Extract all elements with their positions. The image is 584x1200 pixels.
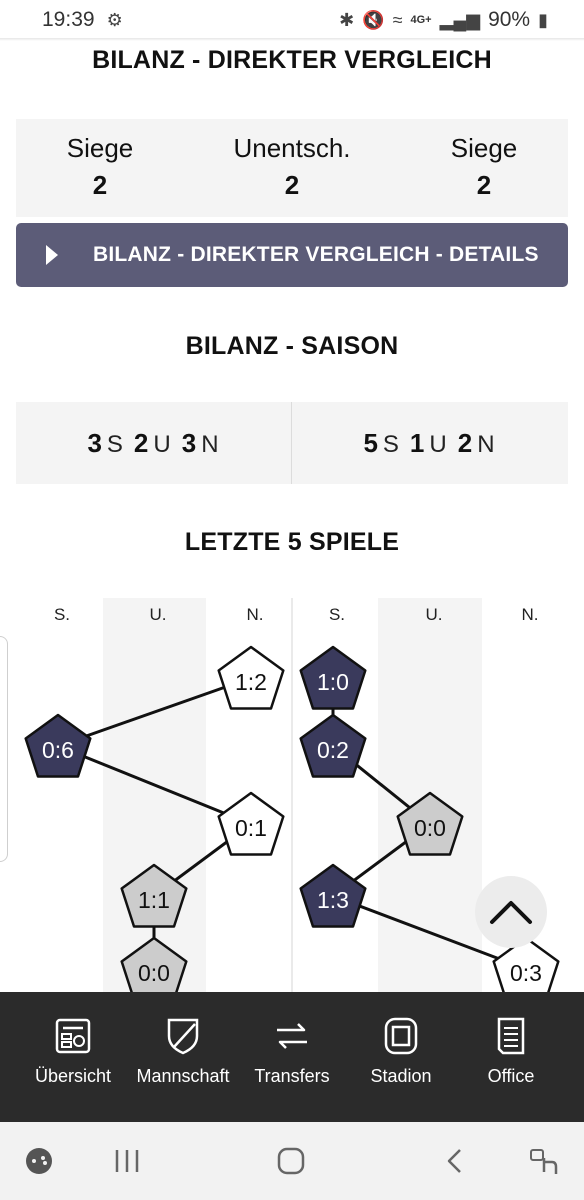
home-season-losses-label: N — [201, 431, 220, 458]
notification-icon: ⚙ — [106, 9, 123, 30]
column-header: N. — [522, 605, 539, 624]
season-title: BILANZ - SAISON — [185, 332, 399, 360]
recent-apps-icon — [115, 1150, 139, 1172]
edge-panel-handle[interactable] — [0, 636, 8, 862]
accessibility-button[interactable] — [528, 1144, 562, 1183]
home-icon — [277, 1147, 305, 1175]
away-game-node: 1:0 — [299, 645, 367, 710]
back-button[interactable] — [444, 1147, 466, 1180]
game-launcher-button[interactable] — [24, 1146, 54, 1181]
season-summary: 3S2U3N 5S1U2N — [16, 402, 568, 484]
column-header: N. — [247, 605, 264, 624]
direct-comparison-details-button[interactable]: BILANZ - DIREKTER VERGLEICH - DETAILS — [16, 223, 568, 287]
expand-arrow-icon — [46, 245, 58, 265]
shield-icon — [167, 1018, 199, 1055]
column-header: U. — [426, 605, 443, 624]
away-season-draws-label: U — [429, 431, 448, 458]
status-icons: ✱ 🔇 ≈ 4G+ ▂▄▆ 90% ▮ — [339, 8, 548, 32]
system-navigation-bar — [0, 1122, 584, 1200]
nav-office-label: Office — [487, 1066, 535, 1086]
transfer-arrows-icon — [277, 1023, 307, 1049]
home-button[interactable] — [276, 1146, 306, 1181]
away-wins: Siege 2 — [394, 133, 574, 201]
game-score: 0:6 — [42, 737, 74, 763]
status-time: 19:39 — [42, 8, 95, 31]
game-score: 0:1 — [235, 815, 267, 841]
nav-office[interactable]: Office — [456, 1016, 566, 1087]
document-icon — [497, 1017, 525, 1055]
away-season-wins-label: S — [382, 431, 400, 458]
game-score: 0:0 — [138, 960, 170, 986]
mute-icon: 🔇 — [362, 9, 385, 30]
status-bar: 19:39 ⚙ ✱ 🔇 ≈ 4G+ ▂▄▆ 90% ▮ — [0, 0, 584, 40]
nav-stadium[interactable]: Stadion — [346, 1016, 456, 1087]
away-wins-label: Siege — [450, 133, 518, 163]
scroll-to-top-button[interactable] — [475, 876, 547, 948]
network-type: 4G+ — [410, 14, 432, 26]
back-arrow-icon — [447, 1149, 461, 1173]
direct-comparison-title: BILANZ - DIREKTER VERGLEICH — [92, 46, 492, 74]
season-away-record: 5S1U2N — [292, 428, 567, 459]
battery-level: 90% — [488, 8, 531, 31]
nav-transfers[interactable]: Transfers — [237, 1016, 347, 1087]
game-score: 1:0 — [317, 669, 349, 695]
season-home-record: 3S2U3N — [16, 428, 291, 459]
home-game-node: 0:6 — [24, 713, 92, 778]
draws: Unentsch. 2 — [202, 133, 382, 201]
game-score: 0:0 — [414, 815, 446, 841]
away-wins-value: 2 — [476, 170, 492, 200]
game-score: 0:2 — [317, 737, 349, 763]
home-game-node: 1:2 — [217, 645, 285, 710]
toolbar-shadow — [0, 38, 584, 41]
overview-icon — [55, 1018, 91, 1054]
draws-value: 2 — [284, 170, 300, 200]
home-season-wins-label: S — [106, 431, 124, 458]
touch-lock-icon — [530, 1149, 558, 1174]
battery-icon: ▮ — [538, 9, 548, 30]
draws-label: Unentsch. — [233, 133, 351, 163]
details-button-label: BILANZ - DIREKTER VERGLEICH - DETAILS — [93, 243, 539, 266]
chevron-up-icon — [490, 901, 532, 924]
home-season-draws-label: U — [153, 431, 172, 458]
wifi-icon: ≈ — [392, 9, 403, 30]
home-wins-label: Siege — [66, 133, 134, 163]
bottom-navigation: Übersicht Mannschaft Transfers Stadion O… — [0, 992, 584, 1122]
game-score: 1:1 — [138, 887, 170, 913]
nav-team[interactable]: Mannschaft — [128, 1016, 238, 1087]
home-wins-value: 2 — [92, 170, 108, 200]
stadium-icon — [384, 1017, 418, 1055]
nav-team-label: Mannschaft — [136, 1066, 230, 1086]
home-wins: Siege 2 — [10, 133, 190, 201]
home-season-wins: 3 — [87, 428, 103, 458]
home-season-draws: 2 — [133, 428, 150, 458]
nav-overview-label: Übersicht — [34, 1066, 112, 1086]
away-season-losses: 2 — [457, 428, 474, 458]
away-season-losses-label: N — [477, 431, 496, 458]
recent-apps-button[interactable] — [113, 1148, 141, 1179]
signal-icon: ▂▄▆ — [439, 9, 481, 30]
away-season-draws: 1 — [409, 428, 426, 458]
game-score: 1:2 — [235, 669, 267, 695]
nav-transfers-label: Transfers — [254, 1066, 330, 1086]
away-season-wins: 5 — [363, 428, 379, 458]
column-header: S. — [54, 605, 70, 624]
column-header: U. — [150, 605, 167, 624]
game-score: 1:3 — [317, 887, 349, 913]
away-game-node: 0:2 — [299, 713, 367, 778]
home-game-node: 0:1 — [217, 791, 285, 856]
nav-stadium-label: Stadion — [370, 1066, 432, 1086]
home-season-losses: 3 — [181, 428, 198, 458]
nav-overview[interactable]: Übersicht — [18, 1016, 128, 1087]
last-five-title: LETZTE 5 SPIELE — [184, 528, 400, 556]
gamepad-icon — [26, 1148, 52, 1174]
direct-comparison-summary: Siege 2 Unentsch. 2 Siege 2 — [16, 119, 568, 217]
game-score: 0:3 — [510, 960, 542, 986]
bluetooth-icon: ✱ — [339, 9, 355, 30]
column-header: S. — [329, 605, 345, 624]
away-game-node: 1:3 — [299, 863, 367, 928]
